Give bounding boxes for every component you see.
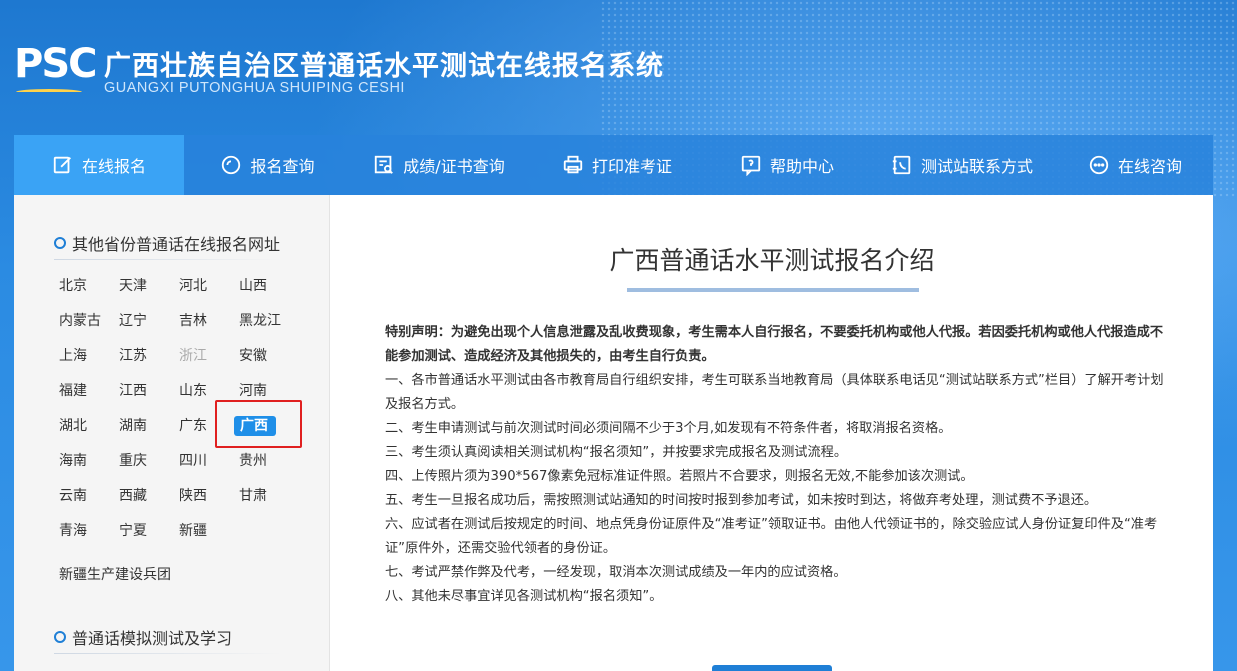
- nav-test-contact[interactable]: 测试站联系方式: [867, 135, 1057, 195]
- nav-online-consult[interactable]: 在线咨询: [1057, 135, 1213, 195]
- province-link[interactable]: 广东: [174, 416, 234, 436]
- register-button[interactable]: [712, 665, 832, 671]
- province-link[interactable]: 云南: [54, 486, 114, 506]
- province-link-active[interactable]: 广西: [234, 416, 276, 436]
- certificate-search-icon: [373, 154, 395, 176]
- special-statement: 特别声明：为避免出现个人信息泄露及乱收费现象，考生需本人自行报名，不要委托机构或…: [385, 325, 1164, 364]
- printer-icon: [562, 154, 584, 176]
- divider: [54, 259, 282, 260]
- province-link-disabled: 浙江: [179, 348, 207, 364]
- province-link[interactable]: 黑龙江: [234, 311, 294, 331]
- nav-print-ticket[interactable]: 打印准考证: [527, 135, 707, 195]
- notice-item: 八、其他未尽事宜详见各测试机构“报名须知”。: [385, 589, 663, 604]
- divider: [54, 653, 282, 654]
- province-link[interactable]: 四川: [174, 451, 234, 471]
- content-panel: 其他省份普通话在线报名网址 北京 天津 河北 山西 内蒙古 辽宁 吉林 黑龙江 …: [14, 195, 1213, 671]
- main-nav: 在线报名 报名查询 成绩/证书查询 打印准考证 帮助中心 测试站联系方式 在线咨…: [14, 135, 1213, 195]
- province-link-bingtuan[interactable]: 新疆生产建设兵团: [59, 564, 171, 584]
- edit-icon: [52, 154, 74, 176]
- page-title: 广西普通话水平测试报名介绍: [609, 246, 935, 275]
- nav-label: 成绩/证书查询: [403, 157, 505, 176]
- circle-bullet-icon: [54, 237, 66, 249]
- notice-item: 四、上传照片须为390*567像素免冠标准证件照。若照片不合要求，则报名无效,不…: [385, 469, 974, 484]
- province-link[interactable]: 辽宁: [114, 311, 174, 331]
- province-grid: 北京 天津 河北 山西 内蒙古 辽宁 吉林 黑龙江 上海 江苏 浙江 安徽 福建…: [54, 276, 294, 541]
- site-subtitle: GUANGXI PUTONGHUA SHUIPING CESHI: [104, 80, 405, 96]
- province-link[interactable]: 湖北: [54, 416, 114, 436]
- phone-book-icon: [891, 154, 913, 176]
- province-link[interactable]: 青海: [54, 521, 114, 541]
- nav-label: 在线咨询: [1117, 157, 1182, 176]
- province-link[interactable]: 西藏: [114, 486, 174, 506]
- province-link[interactable]: 河南: [234, 381, 294, 401]
- notice-item: 六、应试者在测试后按规定的时间、地点凭身份证原件及“准考证”领取证书。由他人代领…: [385, 517, 1158, 556]
- nav-label: 在线报名: [81, 157, 146, 176]
- notice-item: 二、考生申请测试与前次测试时间必须间隔不少于3个月,如发现有不符条件者，将取消报…: [385, 421, 952, 436]
- book-icon: [16, 89, 82, 95]
- psc-logo: PSC: [14, 42, 97, 96]
- province-link[interactable]: 北京: [54, 276, 114, 296]
- title-underline: [627, 288, 919, 292]
- notice-item: 五、考生一旦报名成功后，需按照测试站通知的时间按时报到参加考试，如未按时到达，将…: [385, 493, 1098, 508]
- province-link[interactable]: 江西: [114, 381, 174, 401]
- chat-icon: [1088, 154, 1110, 176]
- nav-label: 帮助中心: [769, 157, 834, 176]
- nav-score-query[interactable]: 成绩/证书查询: [351, 135, 527, 195]
- search-circle-icon: [220, 154, 242, 176]
- section-title-practice: 普通话模拟测试及学习: [54, 625, 232, 649]
- section-title-text[interactable]: 普通话模拟测试及学习: [72, 625, 232, 649]
- province-link[interactable]: 天津: [114, 276, 174, 296]
- province-link[interactable]: 安徽: [234, 346, 294, 366]
- province-link[interactable]: 重庆: [114, 451, 174, 471]
- province-link[interactable]: 河北: [174, 276, 234, 296]
- notice-item: 一、各市普通话水平测试由各市教育局自行组织安排，考生可联系当地教育局（具体联系电…: [385, 373, 1164, 412]
- section-title-provinces: 其他省份普通话在线报名网址: [54, 231, 280, 255]
- nav-label: 打印准考证: [591, 157, 672, 176]
- province-link[interactable]: 湖南: [114, 416, 174, 436]
- province-link[interactable]: 江苏: [114, 346, 174, 366]
- province-link[interactable]: 甘肃: [234, 486, 294, 506]
- section-title-text: 其他省份普通话在线报名网址: [72, 235, 281, 254]
- nav-online-register[interactable]: 在线报名: [14, 135, 184, 195]
- province-link[interactable]: 内蒙古: [54, 311, 114, 331]
- sidebar: 其他省份普通话在线报名网址 北京 天津 河北 山西 内蒙古 辽宁 吉林 黑龙江 …: [14, 195, 330, 671]
- notice-item: 七、考试严禁作弊及代考，一经发现，取消本次测试成绩及一年内的应试资格。: [385, 565, 847, 580]
- province-link[interactable]: 新疆: [174, 521, 234, 541]
- site-title: 广西壮族自治区普通话水平测试在线报名系统: [104, 51, 664, 82]
- province-link[interactable]: 山西: [234, 276, 294, 296]
- nav-help-center[interactable]: 帮助中心: [707, 135, 867, 195]
- province-link[interactable]: 福建: [54, 381, 114, 401]
- province-link[interactable]: 上海: [54, 346, 114, 366]
- province-link[interactable]: 陕西: [174, 486, 234, 506]
- province-link[interactable]: 吉林: [174, 311, 234, 331]
- province-link[interactable]: 贵州: [234, 451, 294, 471]
- province-link[interactable]: 山东: [174, 381, 234, 401]
- province-link[interactable]: 宁夏: [114, 521, 174, 541]
- nav-label: 报名查询: [250, 157, 315, 176]
- circle-bullet-icon: [54, 631, 66, 643]
- help-icon: [740, 154, 762, 176]
- nav-register-query[interactable]: 报名查询: [184, 135, 351, 195]
- logo-text: PSC: [14, 41, 97, 87]
- notice-text: 特别声明：为避免出现个人信息泄露及乱收费现象，考生需本人自行报名，不要委托机构或…: [385, 321, 1165, 609]
- nav-label: 测试站联系方式: [920, 157, 1033, 176]
- main-content: 广西普通话水平测试报名介绍 特别声明：为避免出现个人信息泄露及乱收费现象，考生需…: [331, 195, 1213, 671]
- notice-item: 三、考生须认真阅读相关测试机构“报名须知”，并按要求完成报名及测试流程。: [385, 445, 848, 460]
- province-link[interactable]: 海南: [54, 451, 114, 471]
